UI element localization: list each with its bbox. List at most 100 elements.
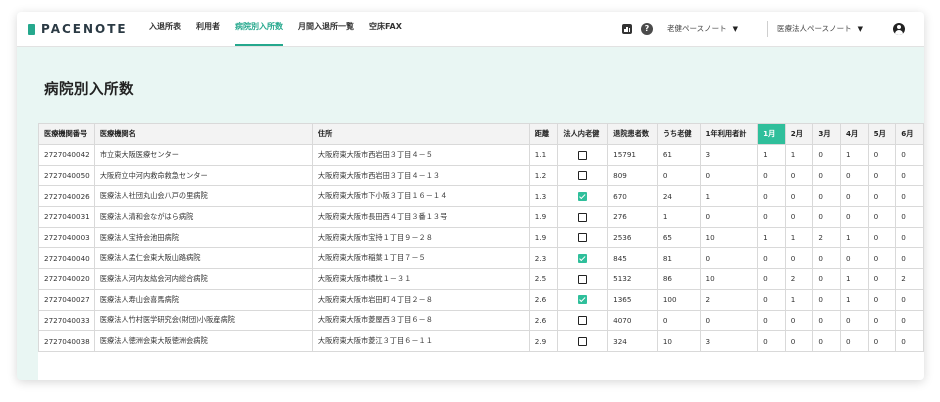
checkbox-unchecked[interactable]: [578, 316, 588, 326]
checkbox-unchecked[interactable]: [578, 150, 588, 160]
cell-discharged: 324: [607, 330, 658, 352]
table-row[interactable]: 2727040038 医療法人徳洲会東大阪徳洲会病院 大阪府東大阪市菱江３丁目６－１…: [38, 330, 924, 352]
cell-in-corp: [557, 268, 609, 290]
cell-distance: 1.2: [528, 164, 559, 187]
checkbox-checked[interactable]: [578, 254, 588, 264]
column-header[interactable]: 3月: [812, 123, 841, 145]
table-row[interactable]: 2727040040 医療法人孟仁会東大阪山路病院 大阪府東大阪市稲葉１丁目７－５ 2…: [38, 247, 924, 270]
cell-name: 市立東大阪医療センター: [93, 144, 313, 166]
cell-in-corp: [557, 288, 609, 311]
cell-code: 2727040042: [38, 144, 95, 166]
cell-month: 0: [895, 206, 924, 228]
cell-month: 0: [784, 164, 814, 187]
table-row[interactable]: 2727040031 医療法人清和会ながはら病院 大阪府東大阪市長田西４丁目３番１３…: [38, 206, 924, 228]
cell-month: 1: [784, 226, 814, 249]
cell-in-corp: [557, 226, 609, 249]
column-header[interactable]: 1月: [757, 123, 786, 145]
cell-month: 2: [812, 226, 841, 249]
table-row[interactable]: 2727040050 大阪府立中河内救命救急センター 大阪府東大阪市西岩田３丁目４－…: [38, 164, 924, 187]
corporation-dropdown-label: 医療法人ペースノート: [777, 24, 852, 33]
cell-distance: 1.3: [528, 185, 559, 208]
cell-distance: 2.5: [528, 268, 559, 290]
cell-month: 1: [784, 288, 814, 311]
logo[interactable]: PACENOTE: [28, 22, 128, 36]
cell-discharged: 670: [607, 185, 658, 208]
column-header: 1年利用者計: [699, 123, 759, 145]
cell-roken: 81: [656, 247, 701, 270]
table-row[interactable]: 2727040027 医療法人寿山会喜馬病院 大阪府東大阪市岩田町４丁目２－８ 2.6…: [38, 288, 924, 311]
table-row[interactable]: 2727040003 医療法人宝持会池田病院 大阪府東大阪市宝持１丁目９－２８ 1.9…: [38, 226, 924, 249]
cell-in-corp: [557, 144, 609, 166]
cell-code: 2727040003: [38, 226, 95, 249]
nav-item-2[interactable]: 病院別入所数: [235, 12, 283, 46]
checkbox-unchecked[interactable]: [578, 212, 588, 222]
cell-month: 1: [839, 268, 869, 290]
cell-month: 0: [867, 330, 897, 352]
checkbox-unchecked[interactable]: [578, 274, 588, 284]
checkbox-checked[interactable]: [578, 295, 588, 305]
cell-month: 0: [784, 309, 814, 332]
bar-chart-icon[interactable]: [622, 24, 632, 34]
cell-address: 大阪府東大阪市宝持１丁目９－２８: [311, 226, 530, 249]
cell-address: 大阪府東大阪市下小阪３丁目１６－１４: [311, 185, 530, 208]
column-header[interactable]: 2月: [784, 123, 814, 145]
column-header[interactable]: 6月: [895, 123, 924, 145]
cell-discharged: 1365: [607, 288, 658, 311]
cell-month: 1: [839, 288, 869, 311]
table-row[interactable]: 2727040033 医療法人竹村医学研究会(財団)小阪産病院 大阪府東大阪市菱屋西…: [38, 309, 924, 332]
column-header[interactable]: 5月: [867, 123, 897, 145]
cell-year-total: 3: [699, 330, 759, 352]
cell-address: 大阪府東大阪市稲葉１丁目７－５: [311, 247, 530, 270]
facility-dropdown[interactable]: 老健ペースノート ▼: [667, 12, 738, 46]
nav-item-1[interactable]: 利用者: [196, 12, 220, 46]
cell-code: 2727040033: [38, 309, 95, 332]
cell-in-corp: [557, 185, 609, 208]
table-row[interactable]: 2727040020 医療法人河内友紘会河内総合病院 大阪府東大阪市横枕１－３１ 2.…: [38, 268, 924, 290]
help-icon[interactable]: ?: [641, 23, 653, 35]
cell-month: 0: [895, 144, 924, 166]
checkbox-unchecked[interactable]: [578, 171, 588, 181]
cell-year-total: 0: [699, 206, 759, 228]
nav-item-4[interactable]: 空床FAX: [369, 12, 402, 46]
corporation-dropdown[interactable]: 医療法人ペースノート ▼: [777, 12, 863, 46]
cell-code: 2727040040: [38, 247, 95, 270]
cell-month: 0: [757, 164, 786, 187]
nav-item-0[interactable]: 入退所表: [149, 12, 181, 46]
hospital-table-container[interactable]: 医療機関番号 医療機関名 住所 距離 法人内老健 退院患者数 うち老健 1年利用者計 1月 2月 3…: [38, 123, 924, 380]
cell-year-total: 10: [699, 268, 759, 290]
cell-distance: 2.9: [528, 330, 559, 352]
nav-item-3[interactable]: 月間入退所一覧: [298, 12, 354, 46]
header-divider: [767, 21, 768, 37]
cell-code: 2727040020: [38, 268, 95, 290]
cell-address: 大阪府東大阪市横枕１－３１: [311, 268, 530, 290]
cell-discharged: 276: [607, 206, 658, 228]
table-row[interactable]: 2727040042 市立東大阪医療センター 大阪府東大阪市西岩田３丁目４－５ 1.1…: [38, 144, 924, 166]
checkbox-unchecked[interactable]: [578, 233, 588, 243]
cell-address: 大阪府東大阪市岩田町４丁目２－８: [311, 288, 530, 311]
cell-month: 0: [867, 144, 897, 166]
cell-discharged: 15791: [607, 144, 658, 166]
cell-month: 0: [839, 164, 869, 187]
cell-month: 0: [839, 206, 869, 228]
cell-year-total: 1: [699, 185, 759, 208]
cell-month: 0: [812, 330, 841, 352]
cell-address: 大阪府東大阪市西岩田３丁目４－５: [311, 144, 530, 166]
user-account-icon[interactable]: [893, 23, 905, 35]
cell-year-total: 3: [699, 144, 759, 166]
cell-month: 0: [867, 226, 897, 249]
cell-address: 大阪府東大阪市長田西４丁目３番１３号: [311, 206, 530, 228]
cell-month: 0: [867, 164, 897, 187]
cell-discharged: 809: [607, 164, 658, 187]
table-row[interactable]: 2727040026 医療法人社団丸山会八戸の里病院 大阪府東大阪市下小阪３丁目１６…: [38, 185, 924, 208]
chevron-down-icon: ▼: [732, 25, 739, 33]
column-header: うち老健: [656, 123, 701, 145]
cell-distance: 1.9: [528, 206, 559, 228]
column-header: 医療機関名: [93, 123, 313, 145]
cell-year-total: 2: [699, 288, 759, 311]
checkbox-checked[interactable]: [578, 191, 588, 201]
cell-roken: 0: [656, 309, 701, 332]
logo-text: PACENOTE: [41, 22, 128, 36]
column-header[interactable]: 4月: [839, 123, 869, 145]
cell-roken: 65: [656, 226, 701, 249]
checkbox-unchecked[interactable]: [578, 336, 588, 346]
